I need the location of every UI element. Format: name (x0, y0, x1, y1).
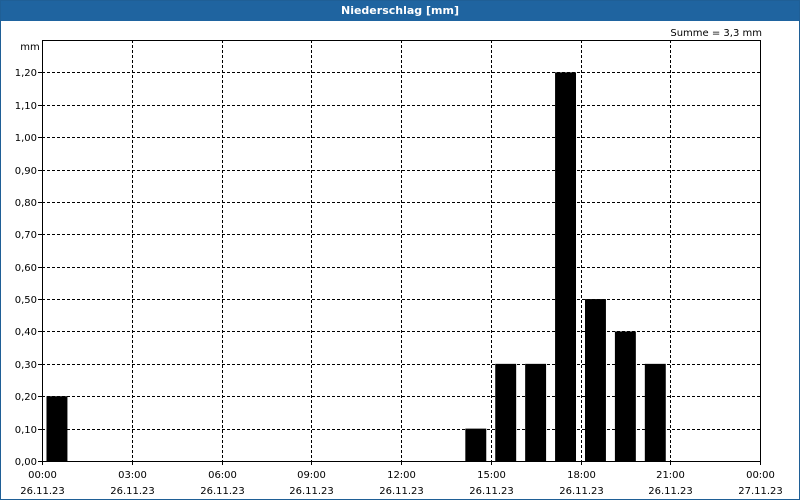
sum-label: Summe = 3,3 mm (670, 28, 762, 39)
y-tick-label: 1,00 (15, 133, 37, 144)
x-tick-date-label: 26.11.23 (559, 486, 604, 497)
precipitation-bar (584, 299, 606, 461)
x-tick-date-label: 26.11.23 (379, 486, 424, 497)
y-tick-label: 0,30 (15, 360, 37, 371)
y-tick-label: 0,00 (15, 457, 37, 468)
x-tick-time-label: 06:00 (208, 470, 237, 481)
x-tick-date-label: 26.11.23 (20, 486, 65, 497)
x-tick-date-label: 26.11.23 (110, 486, 155, 497)
y-tick-label: 1,20 (15, 68, 37, 79)
x-tick-time-label: 21:00 (656, 470, 685, 481)
precipitation-chart: 0,00 0,10 0,20 0,30 0,40 0,50 0,60 0,70 0,80 0,90… (15, 28, 783, 497)
y-tick-label: 0,90 (15, 166, 37, 177)
x-tick-date-label: 26.11.23 (648, 486, 693, 497)
x-tick-date-label: 27.11.23 (738, 486, 783, 497)
y-tick-label: 0,10 (15, 425, 37, 436)
precipitation-bar (46, 396, 68, 461)
x-tick-date-label: 26.11.23 (469, 486, 514, 497)
y-axis-unit-label: mm (20, 42, 39, 53)
y-tick-label: 0,40 (15, 327, 37, 338)
x-tick-date-label: 26.11.23 (200, 486, 245, 497)
y-tick-label: 0,80 (15, 198, 37, 209)
y-tick-label: 0,60 (15, 263, 37, 274)
y-tick-label: 0,70 (15, 230, 37, 241)
precipitation-bar (525, 363, 547, 461)
y-axis-ticks: 0,00 0,10 0,20 0,30 0,40 0,50 0,60 0,70 0,80 0,90… (15, 68, 42, 468)
y-tick-label: 1,10 (15, 101, 37, 112)
bar-series (46, 72, 666, 461)
x-tick-time-label: 03:00 (118, 470, 147, 481)
x-tick-time-label: 00:00 (746, 470, 775, 481)
x-tick-time-label: 18:00 (567, 470, 596, 481)
y-tick-label: 0,20 (15, 392, 37, 403)
precipitation-bar (465, 428, 487, 461)
x-tick-time-label: 00:00 (28, 470, 57, 481)
precipitation-bar (644, 363, 666, 461)
precipitation-bar (614, 331, 636, 461)
y-tick-label: 0,50 (15, 295, 37, 306)
x-tick-time-label: 09:00 (297, 470, 326, 481)
x-tick-time-label: 12:00 (387, 470, 416, 481)
x-axis-ticks: 00:00 26.11.23 03:00 26.11.23 06:00 26.11.23 0… (20, 461, 783, 497)
precipitation-bar (495, 363, 517, 461)
x-tick-time-label: 15:00 (477, 470, 506, 481)
precipitation-bar (555, 72, 577, 461)
x-tick-date-label: 26.11.23 (289, 486, 334, 497)
